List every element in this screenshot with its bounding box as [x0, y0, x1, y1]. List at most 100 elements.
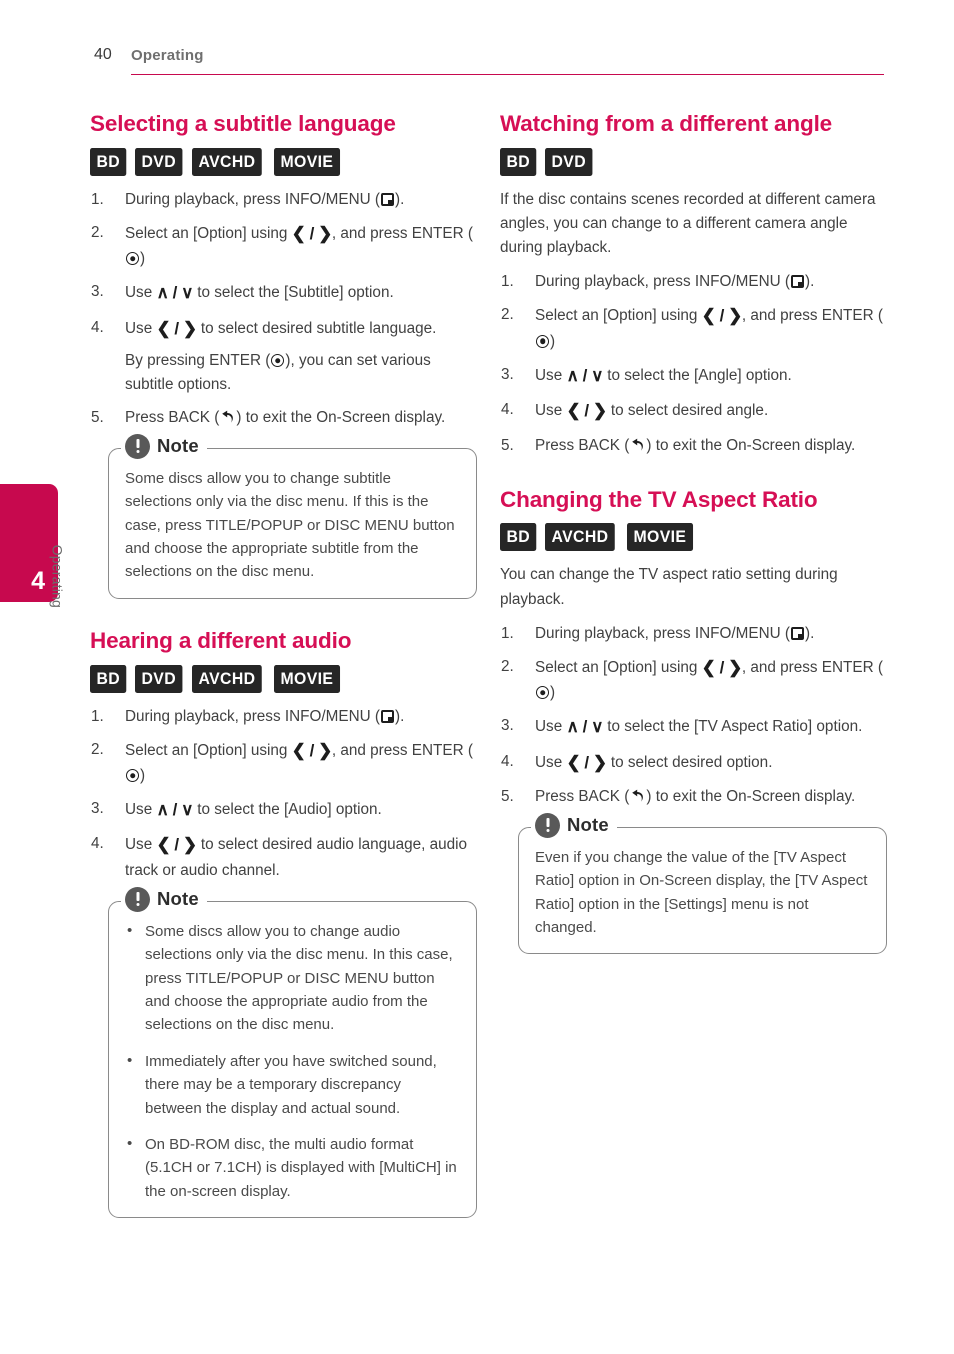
section-title: Hearing a different audio — [90, 627, 352, 653]
section-hearing-different-audio: Hearing a different audio BD DVD AVCHD MOVI… — [90, 625, 477, 1219]
dpad-arrows-glyph: ❮ / ❯ — [566, 401, 607, 421]
chapter-label-text: Operating — [49, 544, 66, 608]
left-column: Selecting a subtitle language BD DVD AVCHD… — [90, 108, 477, 1219]
media-badge-avchd: AVCHD — [545, 523, 616, 552]
note-body: Even if you change the value of the [TV … — [535, 846, 870, 940]
page-header: 40 Operating — [94, 46, 884, 78]
media-badges: BD AVCHD MOVIE — [500, 523, 887, 552]
dpad-arrows-glyph: ❮ / ❯ — [291, 223, 333, 243]
info-menu-icon — [791, 626, 805, 640]
dpad-arrows-glyph: ∧ / ∨ — [566, 365, 604, 385]
dpad-arrows-glyph: ❮ / ❯ — [701, 306, 743, 326]
step-item: Press BACK () to exit the On-Screen disp… — [91, 406, 446, 430]
note-title: Note — [157, 888, 199, 910]
step-item: Use ∧ / ∨ to select the [Angle] option. — [500, 363, 887, 390]
step-item: Press BACK () to exit the On-Screen disp… — [501, 434, 856, 458]
enter-icon — [536, 686, 549, 700]
media-badge-movie: MOVIE — [273, 664, 340, 693]
note-body: Some discs allow you to change audio sel… — [125, 919, 460, 1203]
note-paragraph: Some discs allow you to change subtitle … — [125, 469, 455, 581]
right-column: Watching from a different angle BD DVD If… — [500, 108, 887, 955]
dpad-arrows-glyph: ❮ / ❯ — [156, 835, 197, 855]
media-badges: BD DVD AVCHD MOVIE — [90, 147, 477, 176]
step-item: Use ∧ / ∨ to select the [TV Aspect Ratio… — [500, 714, 887, 741]
step-list: During playback, press INFO/MENU (). Sele… — [500, 622, 887, 809]
media-badge-movie: MOVIE — [626, 523, 693, 552]
note-header: Note — [121, 433, 207, 459]
note-title: Note — [567, 814, 609, 836]
step-item: Use ❮ / ❯ to select desired audio langua… — [90, 832, 477, 882]
section-intro: If the disc contains scenes recorded at … — [500, 190, 876, 257]
media-badge-dvd: DVD — [545, 147, 593, 176]
media-badge-bd: BD — [500, 147, 537, 176]
dpad-arrows-glyph: ∧ / ∨ — [156, 283, 194, 303]
step-item: Select an [Option] using ❮ / ❯, and pres… — [90, 221, 477, 271]
header-divider — [131, 74, 884, 76]
note-bullet-item: Some discs allow you to change audio sel… — [125, 919, 460, 1037]
enter-icon — [126, 252, 139, 266]
note-bullet-item: On BD-ROM disc, the multi audio format (… — [125, 1132, 460, 1203]
enter-icon — [536, 334, 549, 348]
exclamation-icon — [125, 433, 150, 459]
step-item: During playback, press INFO/MENU (). — [91, 188, 405, 212]
note-bullet-item: Immediately after you have switched soun… — [125, 1049, 460, 1120]
back-icon — [630, 438, 645, 452]
enter-icon — [271, 354, 285, 368]
header-title: Operating — [131, 47, 204, 64]
note-paragraph: Even if you change the value of the [TV … — [535, 848, 868, 937]
step-item: During playback, press INFO/MENU (). — [501, 270, 815, 294]
dpad-arrows-glyph: ❮ / ❯ — [156, 318, 197, 338]
step-item: During playback, press INFO/MENU (). — [501, 622, 815, 646]
step-item: Select an [Option] using ❮ / ❯, and pres… — [500, 655, 887, 705]
media-badge-dvd: DVD — [135, 664, 183, 693]
step-item: Select an [Option] using ❮ / ❯, and pres… — [90, 738, 477, 788]
media-badges: BD DVD — [500, 147, 887, 176]
media-badge-avchd: AVCHD — [192, 664, 263, 693]
note-box: Note Some discs allow you to change subt… — [108, 433, 477, 599]
dpad-arrows-glyph: ❮ / ❯ — [566, 752, 607, 772]
page-number: 40 — [94, 46, 112, 63]
dpad-arrows-glyph: ∧ / ∨ — [566, 717, 604, 737]
step-item: Use ∧ / ∨ to select the [Audio] option. — [90, 797, 477, 824]
info-menu-icon — [791, 275, 805, 289]
exclamation-icon — [535, 812, 560, 838]
dpad-arrows-glyph: ❮ / ❯ — [701, 657, 743, 677]
step-item: Use ∧ / ∨ to select the [Subtitle] optio… — [90, 280, 477, 307]
enter-icon — [126, 769, 139, 783]
step-item: Press BACK () to exit the On-Screen disp… — [501, 785, 856, 809]
section-selecting-subtitle-language: Selecting a subtitle language BD DVD AVCHD… — [90, 108, 477, 599]
step-item: Use ❮ / ❯ to select desired option. — [500, 750, 887, 777]
section-title: Changing the TV Aspect Ratio — [500, 486, 818, 512]
step-list: During playback, press INFO/MENU (). Sele… — [90, 705, 477, 883]
step-item: During playback, press INFO/MENU (). — [91, 705, 405, 729]
chapter-number: 4 — [31, 567, 45, 595]
info-menu-icon — [381, 709, 395, 723]
back-icon — [220, 410, 235, 424]
section-title: Watching from a different angle — [500, 111, 833, 136]
media-badge-bd: BD — [500, 523, 537, 552]
step-subtext: By pressing ENTER (), you can set variou… — [125, 352, 431, 394]
chapter-label-vertical: Operating — [0, 545, 65, 626]
step-item: Use ❮ / ❯ to select desired subtitle lan… — [90, 316, 477, 397]
note-body: Some discs allow you to change subtitle … — [125, 467, 460, 584]
media-badges: BD DVD AVCHD MOVIE — [90, 664, 477, 693]
media-badge-avchd: AVCHD — [192, 147, 263, 176]
note-title: Note — [157, 435, 199, 457]
note-bullet-list: Some discs allow you to change audio sel… — [125, 919, 460, 1203]
back-icon — [630, 789, 645, 803]
step-item: Select an [Option] using ❮ / ❯, and pres… — [500, 303, 887, 353]
note-box: Note Even if you change the value of the… — [518, 812, 887, 955]
media-badge-dvd: DVD — [135, 147, 183, 176]
section-intro: You can change the TV aspect ratio setti… — [500, 566, 838, 608]
dpad-arrows-glyph: ∧ / ∨ — [156, 799, 194, 819]
info-menu-icon — [381, 192, 395, 206]
note-header: Note — [531, 812, 617, 838]
section-title: Selecting a subtitle language — [90, 111, 396, 136]
section-changing-tv-aspect-ratio: Changing the TV Aspect Ratio BD AVCHD MOVI… — [500, 484, 887, 955]
note-header: Note — [121, 886, 207, 912]
media-badge-movie: MOVIE — [273, 147, 340, 176]
media-badge-bd: BD — [90, 664, 127, 693]
step-item: Use ❮ / ❯ to select desired angle. — [500, 398, 887, 425]
exclamation-icon — [125, 886, 150, 912]
media-badge-bd: BD — [90, 147, 127, 176]
